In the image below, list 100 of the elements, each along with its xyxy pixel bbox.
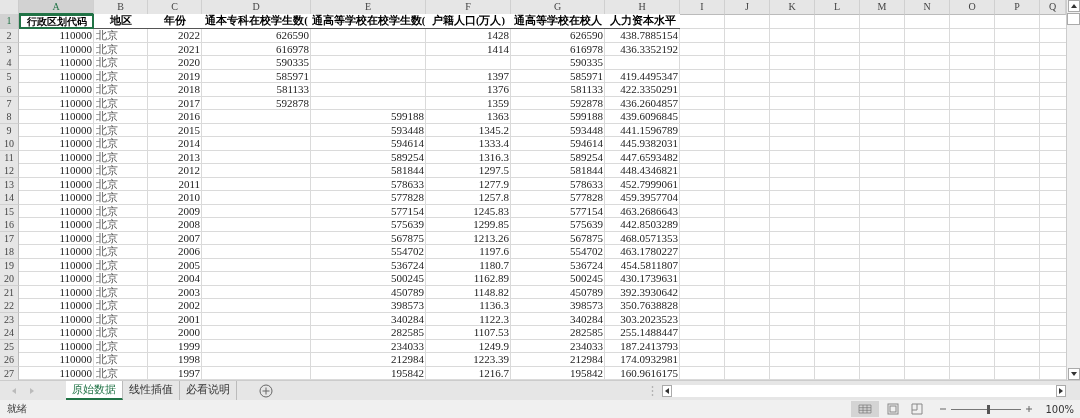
table-cell-text: 422.3350291 bbox=[619, 83, 679, 97]
table-cell-text: 589254 bbox=[390, 150, 425, 165]
table-cell-text: 438.7885154 bbox=[619, 29, 679, 43]
row-header[interactable]: 26 bbox=[0, 353, 19, 367]
table-cell-text: 626590 bbox=[275, 29, 310, 43]
table-cell-text: 195842 bbox=[390, 366, 425, 380]
row-header[interactable]: 18 bbox=[0, 245, 19, 259]
table-cell-text: 577154 bbox=[390, 204, 425, 219]
table-cell-text: 北京 bbox=[95, 326, 119, 340]
table-cell-text: 北京 bbox=[95, 272, 119, 286]
table-cell-text: 1299.85 bbox=[472, 218, 510, 232]
zoom-slider-thumb[interactable] bbox=[986, 404, 990, 414]
row-header[interactable]: 14 bbox=[0, 191, 19, 205]
column-heading-cell: 年份 bbox=[148, 14, 202, 29]
table-cell-text: 110000 bbox=[58, 42, 93, 57]
zoom-out-icon[interactable] bbox=[939, 405, 948, 413]
table-cell-text: 110000 bbox=[58, 110, 93, 124]
table-cell-text: 2016 bbox=[177, 110, 201, 124]
table-cell-text: 585971 bbox=[569, 69, 604, 84]
table-cell-text: 2002 bbox=[177, 299, 201, 313]
table-cell-text: 212984 bbox=[390, 353, 425, 367]
table-cell-text: 340284 bbox=[390, 312, 425, 327]
table-cell-text: 616978 bbox=[275, 42, 310, 57]
table-cell-text: 2009 bbox=[177, 204, 201, 219]
table-cell-text: 2012 bbox=[177, 164, 201, 178]
row-header[interactable]: 20 bbox=[0, 272, 19, 286]
scroll-down-icon[interactable] bbox=[1067, 368, 1080, 380]
table-cell-text: 2000 bbox=[177, 326, 201, 340]
table-cell-text: 110000 bbox=[58, 137, 93, 151]
table-cell-text: 2018 bbox=[177, 83, 201, 97]
zoom-level-text: 100% bbox=[1045, 403, 1074, 415]
row-header[interactable]: 22 bbox=[0, 299, 19, 313]
table-cell-text: 567875 bbox=[390, 231, 425, 246]
horizontal-scrollbar[interactable] bbox=[662, 384, 1066, 397]
table-cell-text: 436.2604857 bbox=[619, 96, 679, 111]
table-cell-text: 255.1488447 bbox=[619, 326, 679, 340]
table-cell-text: 110000 bbox=[58, 29, 93, 43]
table-cell-text: 北京 bbox=[95, 245, 119, 259]
column-heading-cell: 通本专科在校学生数( bbox=[202, 14, 311, 29]
row-header[interactable]: 12 bbox=[0, 164, 19, 178]
table-cell-text: 577154 bbox=[569, 204, 604, 219]
table-cell-text: 187.2413793 bbox=[619, 339, 679, 354]
row-header[interactable]: 16 bbox=[0, 218, 19, 232]
scroll-left-icon[interactable] bbox=[662, 384, 672, 397]
table-cell-text: 581133 bbox=[569, 83, 604, 97]
next-sheet-icon[interactable] bbox=[28, 386, 36, 395]
row-header[interactable]: 4 bbox=[0, 56, 19, 70]
table-cell-text: 2011 bbox=[177, 177, 201, 192]
page-layout-icon[interactable] bbox=[887, 403, 900, 415]
table-cell-text: 536724 bbox=[569, 258, 604, 273]
table-cell-text: 北京 bbox=[95, 366, 119, 380]
table-cell-text: 110000 bbox=[58, 56, 93, 70]
table-cell-text: 536724 bbox=[390, 258, 425, 273]
sheet-tab[interactable]: 原始数据 bbox=[66, 381, 123, 400]
table-cell-text: 110000 bbox=[58, 177, 93, 192]
table-cell-text: 1216.7 bbox=[477, 366, 510, 380]
table-cell-text: 北京 bbox=[95, 96, 119, 111]
row-header[interactable]: 6 bbox=[0, 83, 19, 97]
table-cell-text: 599188 bbox=[569, 110, 604, 124]
table-cell-text: 110000 bbox=[58, 326, 93, 340]
table-cell-text: 1414 bbox=[486, 42, 510, 57]
table-cell-text: 581133 bbox=[275, 83, 310, 97]
vertical-scrollbar[interactable] bbox=[1066, 0, 1080, 380]
table-cell-text: 北京 bbox=[95, 312, 119, 327]
add-sheet-icon[interactable] bbox=[259, 383, 273, 398]
table-cell-text: 616978 bbox=[569, 42, 604, 57]
table-cell-text: 282585 bbox=[569, 326, 604, 340]
row-header[interactable]: 24 bbox=[0, 326, 19, 340]
table-cell-text: 北京 bbox=[95, 177, 119, 192]
row-header[interactable]: 2 bbox=[0, 29, 19, 43]
table-cell-text: 110000 bbox=[58, 285, 93, 300]
table-cell-text: 463.2686643 bbox=[619, 204, 679, 219]
normal-view-icon[interactable] bbox=[851, 401, 880, 417]
scroll-up-icon[interactable] bbox=[1067, 0, 1080, 12]
table-cell-text: 500245 bbox=[569, 272, 604, 286]
row-header[interactable]: 10 bbox=[0, 137, 19, 151]
scroll-right-icon[interactable] bbox=[1056, 384, 1066, 397]
table-cell-text: 463.1780227 bbox=[619, 245, 679, 259]
row-header[interactable]: 8 bbox=[0, 110, 19, 124]
table-cell-text: 447.6593482 bbox=[619, 150, 679, 165]
table-cell-text: 1376 bbox=[486, 83, 510, 97]
table-cell-text: 110000 bbox=[58, 83, 93, 97]
table-cell-text: 419.4495347 bbox=[619, 69, 679, 84]
table-cell-text: 441.1596789 bbox=[619, 123, 679, 138]
previous-sheet-icon[interactable] bbox=[10, 386, 18, 395]
table-cell-text: 599188 bbox=[390, 110, 425, 124]
page-break-icon[interactable] bbox=[911, 403, 924, 415]
table-cell-text: 1148.82 bbox=[472, 285, 510, 300]
table-cell-text: 1162.89 bbox=[472, 272, 510, 286]
table-cell-text: 北京 bbox=[95, 29, 119, 43]
table-cell-text: 1359 bbox=[486, 96, 510, 111]
table-cell-text: 454.5811807 bbox=[619, 258, 679, 273]
table-cell-text: 北京 bbox=[95, 299, 119, 313]
table-cell-text: 北京 bbox=[95, 231, 119, 246]
table-cell-text: 1999 bbox=[177, 339, 201, 354]
splitter-icon[interactable] bbox=[651, 384, 654, 397]
table-cell-text: 392.3930642 bbox=[619, 285, 679, 300]
row-header[interactable]: 1 bbox=[0, 14, 19, 29]
zoom-in-icon[interactable] bbox=[1025, 405, 1034, 413]
scroll-thumb[interactable] bbox=[1067, 13, 1080, 25]
